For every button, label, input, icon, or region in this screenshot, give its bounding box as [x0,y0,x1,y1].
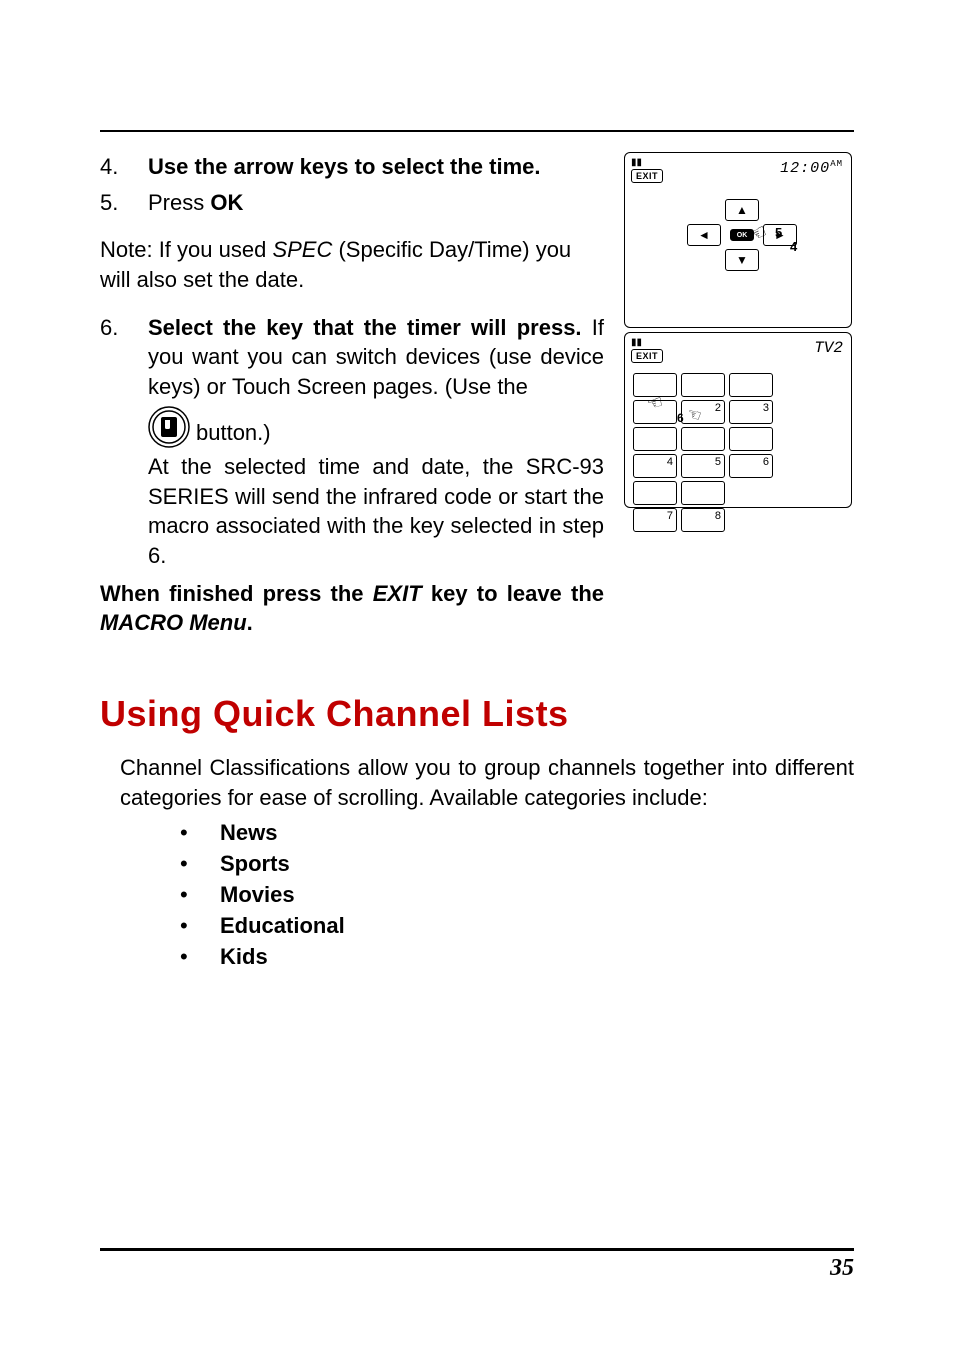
dev1-exit-group: ▮▮ EXIT [631,159,663,183]
page-number: 35 [100,1255,854,1282]
key-blank [681,373,725,397]
finish-line: When finished press the EXIT key to leav… [100,579,604,638]
key-blank [681,481,725,505]
step-4-number: 4. [100,152,148,182]
up-key: ▲ [725,199,759,221]
dev2-exit: EXIT [631,349,663,363]
key-4: 4 [633,454,677,478]
key-8: 8 [681,508,725,532]
page: 4. Use the arrow keys to select the time… [0,0,954,1352]
finish-exit: EXIT [373,581,422,606]
step-4-text: Use the arrow keys to select the time. [148,152,604,182]
p-button-icon [148,406,190,448]
p-button-line: button.) [148,406,604,448]
bottom-rule [100,1248,854,1251]
down-key: ▼ [725,249,759,271]
step-4: 4. Use the arrow keys to select the time… [100,152,604,182]
bullet-news: News [190,818,854,849]
key-blank [681,427,725,451]
diagram-column: ▮▮ EXIT 12:00AM ▲ ◄ OK ► ▼ [624,152,854,508]
key-blank [633,481,677,505]
footer: 35 [100,1248,854,1282]
bullet-educational: Educational [190,911,854,942]
note-paragraph: Note: If you used SPEC (Specific Day/Tim… [100,235,604,294]
hand-label-5: 5 [775,225,782,240]
bullet-kids: Kids [190,942,854,973]
step-5-prefix: Press [148,190,210,215]
key-5: 5 [681,454,725,478]
key-7: 7 [633,508,677,532]
dev1-clock-time: 12:00 [780,160,830,177]
dev2-topbar: ▮▮ EXIT TV2 [631,339,843,363]
note-prefix: Note: If you used [100,237,272,262]
step-5-text: Press OK [148,188,604,218]
step-5-number: 5. [100,188,148,218]
step-list: 4. Use the arrow keys to select the time… [100,152,604,217]
step-6-lead: Select the key that the timer will press… [148,315,582,340]
two-column-row: 4. Use the arrow keys to select the time… [100,152,854,638]
key-blank [633,427,677,451]
step-6-text: Select the key that the timer will press… [148,315,604,399]
hand-label-4: 4 [790,239,797,254]
section-body: Channel Classifications allow you to gro… [120,753,854,812]
step-6-number: 6. [100,313,148,343]
step-6-after: At the selected time and date, the SRC-9… [148,452,604,571]
note-spec: SPEC [272,237,332,262]
step-5-ok: OK [210,190,243,215]
category-bullets: News Sports Movies Educational Kids [190,818,854,972]
key-3: 3 [729,400,773,424]
finish-p3: . [247,610,253,635]
text-column: 4. Use the arrow keys to select the time… [100,152,604,638]
dev1-topbar: ▮▮ EXIT 12:00AM [631,159,843,183]
key-6: 6 [729,454,773,478]
step-6-body: Select the key that the timer will press… [148,313,604,571]
finish-p1: When finished press the [100,581,373,606]
step-6: 6. Select the key that the timer will pr… [100,313,604,571]
finish-macro: MACRO Menu [100,610,247,635]
dev2-tv: TV2 [814,339,843,357]
step-list-2: 6. Select the key that the timer will pr… [100,313,604,571]
dev2-exit-group: ▮▮ EXIT [631,339,663,363]
finish-p2: key to leave the [422,581,604,606]
bullet-sports: Sports [190,849,854,880]
device-screen-2: ▮▮ EXIT TV2 2 3 4 5 6 [624,332,852,508]
hand-label-6: 6 [677,411,684,425]
signal-icon: ▮▮ [631,339,642,347]
key-blank [729,427,773,451]
signal-icon: ▮▮ [631,159,642,167]
bullet-movies: Movies [190,880,854,911]
key-blank [729,373,773,397]
device-screen-1: ▮▮ EXIT 12:00AM ▲ ◄ OK ► ▼ [624,152,852,328]
left-key: ◄ [687,224,721,246]
dev1-clock-ampm: AM [830,159,843,169]
dev1-clock: 12:00AM [780,159,843,177]
top-rule [100,130,854,132]
button-word: button.) [196,418,271,448]
dev1-exit: EXIT [631,169,663,183]
step-5: 5. Press OK [100,188,604,218]
section-heading: Using Quick Channel Lists [100,693,854,735]
